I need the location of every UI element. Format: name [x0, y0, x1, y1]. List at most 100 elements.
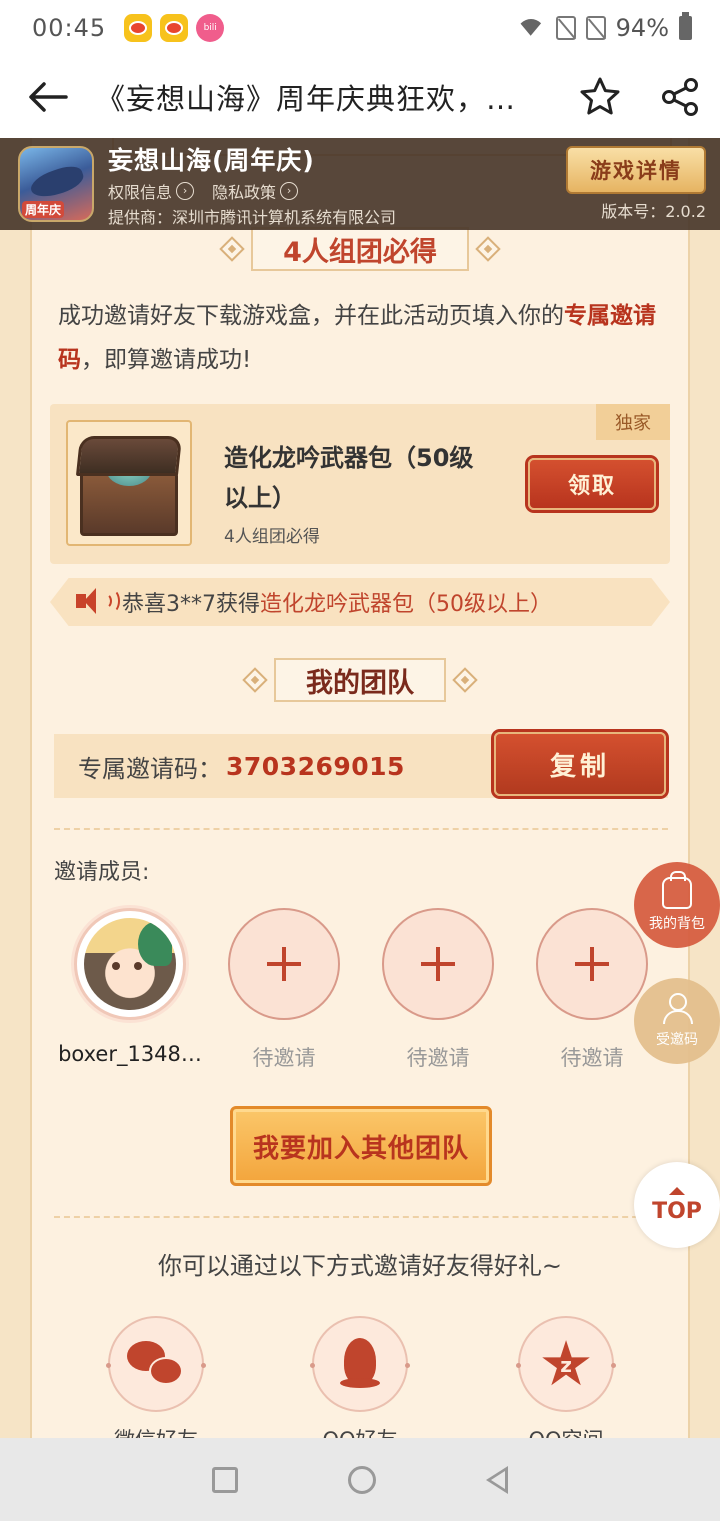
share-circle: [106, 1316, 206, 1412]
battery-percent: 94%: [615, 14, 669, 42]
no-sim-icon: [585, 16, 606, 40]
nav-bar: 《妄想山海》周年庆典狂欢，…: [0, 56, 720, 138]
team-member-slot[interactable]: boxer_1348…: [58, 908, 202, 1066]
wifi-icon: [516, 17, 546, 39]
divider: [54, 1216, 668, 1218]
reward-subtitle: 4人组团必得: [224, 527, 320, 547]
home-icon[interactable]: [348, 1465, 376, 1494]
top-label: TOP: [652, 1198, 702, 1224]
invite-slot-label: 待邀请: [406, 1046, 470, 1070]
notification-icons: bili: [124, 14, 225, 42]
invite-slot[interactable]: 待邀请: [382, 908, 494, 1072]
invite-description-end: ，即算邀请成功!: [81, 347, 252, 373]
privacy-label: 隐私政策: [212, 182, 277, 202]
system-nav-bar: [0, 1438, 720, 1521]
section-heading-team-reward: 4人组团必得: [0, 227, 720, 271]
add-person-icon: [662, 993, 693, 1025]
invite-slot-label: 待邀请: [252, 1046, 316, 1070]
treasure-chest-image: [66, 420, 192, 546]
page-title: 《妄想山海》周年庆典狂欢，…: [96, 82, 517, 116]
invite-slot-label: 待邀请: [560, 1046, 624, 1070]
copy-code-button[interactable]: 复制: [494, 732, 666, 796]
qzone-icon: ★ z: [538, 1327, 594, 1400]
back-to-top-button[interactable]: TOP: [634, 1162, 720, 1248]
plus-icon: [421, 947, 455, 981]
weibo-notification-icon: [124, 14, 153, 42]
diamond-decoration-icon: [475, 236, 501, 262]
game-detail-button[interactable]: 游戏详情: [566, 146, 706, 194]
plus-icon: [575, 947, 609, 981]
broadcast-text: 恭喜3**7获得造化龙吟武器包（50级以上）: [122, 586, 552, 618]
plus-icon: [267, 947, 301, 981]
no-sim-icon: [555, 16, 576, 40]
claim-button[interactable]: 领取: [528, 458, 656, 510]
section-heading-my-team: 我的团队: [0, 658, 720, 702]
exclusive-tag: 独家: [596, 404, 670, 440]
member-avatar: [74, 908, 186, 1020]
back-button[interactable]: [0, 56, 96, 138]
share-circle: ★ z: [516, 1316, 616, 1412]
chevron-right-icon: ›: [176, 181, 195, 200]
share-qzone-button[interactable]: ★z QQ空间: [516, 1316, 616, 1452]
share-button[interactable]: [640, 56, 720, 138]
invite-description-text: 成功邀请好友下载游戏盒，并在此活动页填入你的: [58, 303, 564, 329]
game-version: 版本号：2.0.2: [601, 202, 706, 221]
winner-broadcast: 恭喜3**7获得造化龙吟武器包（50级以上）: [50, 578, 670, 626]
invite-slot[interactable]: 待邀请: [536, 908, 648, 1072]
invite-slot[interactable]: 待邀请: [228, 908, 340, 1072]
speaker-icon: [76, 587, 120, 617]
share-qq-button[interactable]: QQ好友: [310, 1316, 410, 1452]
invite-code-value: 3703269015: [226, 751, 405, 781]
permissions-label: 权限信息: [108, 182, 173, 202]
broadcast-prefix: 恭喜3**7获得: [122, 592, 260, 617]
weibo-notification-icon: [160, 14, 189, 42]
invite-code-label: 专属邀请码：: [78, 754, 222, 783]
share-circle: [310, 1316, 410, 1412]
star-icon: [580, 77, 620, 115]
share-title: 你可以通过以下方式邀请好友得好礼~: [157, 1252, 563, 1280]
my-bag-button[interactable]: 我的背包: [634, 862, 720, 948]
status-bar: 00:45 bili 94%: [0, 0, 720, 56]
backpack-icon: [662, 871, 692, 909]
game-app-icon[interactable]: 周年庆: [18, 146, 94, 222]
share-wechat-button[interactable]: 微信好友: [106, 1316, 206, 1452]
divider: [54, 828, 668, 830]
back-arrow-icon: [29, 82, 68, 112]
chevron-right-icon: ›: [280, 181, 299, 200]
my-team-heading: 我的团队: [274, 658, 446, 702]
permissions-link[interactable]: 权限信息 ›: [108, 179, 195, 203]
invited-code-button[interactable]: 受邀码: [634, 978, 720, 1064]
diamond-decoration-icon: [242, 667, 268, 693]
chest-lid: [75, 436, 183, 476]
share-icon: [662, 78, 698, 116]
invite-slot-circle: [536, 908, 648, 1020]
members-label: 邀请成员:: [54, 860, 150, 885]
game-name: 妄想山海(周年庆): [108, 145, 315, 175]
diamond-decoration-icon: [452, 667, 478, 693]
status-time: 00:45: [32, 14, 107, 42]
reward-card: 独家 造化龙吟武器包（50级以上） 4人组团必得 领取: [50, 404, 670, 564]
diamond-decoration-icon: [219, 236, 245, 262]
member-name: boxer_1348…: [58, 1042, 202, 1066]
broadcast-item: 造化龙吟武器包（50级以上）: [260, 592, 552, 617]
invite-slot-circle: [382, 908, 494, 1020]
invited-code-label: 受邀码: [656, 1032, 698, 1048]
game-provider: 提供商：深圳市腾讯计算机系统有限公司: [108, 207, 397, 227]
privacy-link[interactable]: 隐私政策 ›: [212, 179, 299, 203]
system-back-icon[interactable]: [486, 1465, 508, 1494]
battery-icon: [679, 12, 692, 40]
sound-wave: [104, 589, 120, 613]
bilibili-notification-icon: bili: [196, 14, 225, 42]
recent-apps-icon[interactable]: [212, 1466, 238, 1493]
favorite-button[interactable]: [560, 56, 640, 138]
qq-icon: [340, 1338, 380, 1390]
arrow-up-icon: [669, 1186, 685, 1195]
game-icon-badge: 周年庆: [22, 201, 65, 218]
wechat-icon: [127, 1341, 185, 1387]
invite-code-row: 专属邀请码： 3703269015 复制: [54, 732, 668, 798]
avatar-image: [84, 918, 176, 1010]
reward-name: 造化龙吟武器包（50级以上）: [224, 444, 474, 512]
game-info-bar: 周年庆 妄想山海(周年庆) 权限信息 › 隐私政策 › 提供商：深圳市腾讯计算机…: [0, 138, 720, 230]
join-other-team-button[interactable]: 我要加入其他团队: [230, 1106, 492, 1186]
invite-slot-circle: [228, 908, 340, 1020]
